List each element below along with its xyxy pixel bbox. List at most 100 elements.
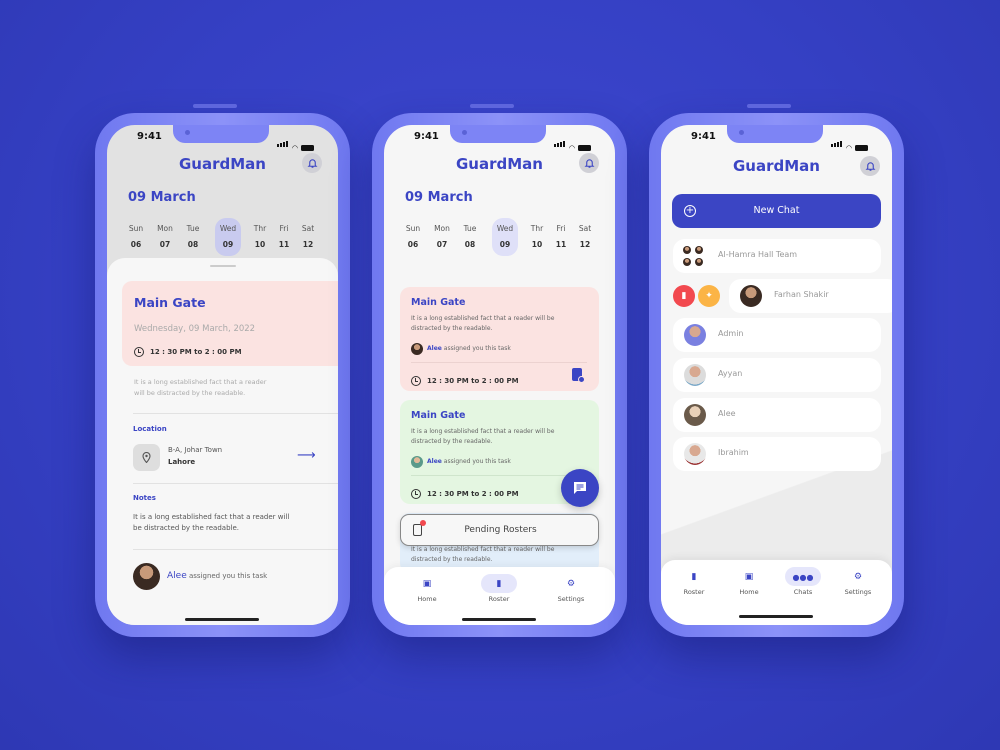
pending-rosters-button[interactable]: Pending Rosters [400,514,599,546]
location-label: Location [133,425,167,433]
delete-button[interactable]: ▮ [673,285,695,307]
clipboard-icon: ▮ [496,579,502,589]
day-name: Thr [253,224,267,233]
phone-roster: 9:41 ◠ GuardMan 09 March Sun 06 Mon 07 Tue… [372,104,627,637]
nav-home[interactable]: ▣ Home [729,572,769,596]
chat-name: Farhan Shakir [774,290,829,299]
day-sat[interactable]: Sat 12 [296,224,320,249]
chat-item[interactable]: Alee [673,398,881,432]
assigner-avatar [411,456,423,468]
nav-label: Roster [683,588,705,596]
message-icon [574,482,586,494]
arrow-right-icon[interactable]: ⟶ [297,448,316,463]
day-wed[interactable]: Wed 09 [493,224,517,249]
notch [727,125,823,143]
divider [133,483,338,484]
day-date: 09 [499,240,511,249]
notes-label: Notes [133,494,156,502]
month-label: 09 March [128,190,196,205]
day-name: Tue [463,224,477,233]
phone-chats: 9:41 ◠ GuardMan + New Chat Al-Hamra Hall… [649,104,904,637]
day-mon[interactable]: Mon 07 [430,224,454,249]
nav-label: Settings [557,595,585,603]
status-icons: ◠ [830,132,868,152]
bell-icon[interactable] [302,153,322,173]
speaker [747,104,791,108]
bottom-nav: ▣ Home ▮ Roster ⚙ Settings [384,567,615,625]
day-date: 06 [130,240,142,249]
chat-item[interactable]: Al-Hamra Hall Team [673,239,881,273]
day-name: Mon [157,224,173,233]
day-tue[interactable]: Tue 08 [458,224,482,249]
day-fri[interactable]: Fri 11 [549,224,573,249]
day-thr[interactable]: Thr 10 [525,224,549,249]
clipboard-icon: ▮ [691,572,697,582]
assigned-line: Alee assigned you this task [427,345,511,352]
nav-roster[interactable]: ▮ Roster [479,574,519,603]
avatar [684,324,706,346]
task-title: Main Gate [411,410,466,421]
task-header-card: Main Gate Wednesday, 09 March, 2022 12 :… [122,281,338,366]
trash-icon: ▮ [681,291,687,301]
day-name: Sun [405,224,421,233]
day-mon[interactable]: Mon 07 [153,224,177,249]
divider [133,413,338,414]
nav-chats[interactable]: ●●● Chats [783,567,823,596]
nav-label: Home [417,595,437,603]
day-wed[interactable]: Wed 09 [216,224,240,249]
chat-item[interactable]: Ibrahim [673,437,881,471]
day-date: 11 [555,240,567,249]
nav-home[interactable]: ▣ Home [407,579,447,603]
task-title: Main Gate [134,295,206,310]
home-indicator [462,618,536,621]
day-name: Fri [279,224,289,233]
task-date: Wednesday, 09 March, 2022 [134,324,256,334]
pin-button[interactable]: ✦ [698,285,720,307]
day-date: 07 [159,240,171,249]
people-icon: ●●● [792,572,814,582]
assigner-name[interactable]: Alee [167,571,187,581]
screen: 9:41 ◠ GuardMan + New Chat Al-Hamra Hall… [661,125,892,625]
day-date: 10 [254,240,266,249]
divider [411,475,587,476]
assigned-line: Alee assigned you this task [167,571,267,581]
chat-fab[interactable] [561,469,599,507]
screen: 9:41 ◠ GuardMan 09 March Sun 06 Mon 07 Tue… [107,125,338,625]
map-pin-icon [133,444,160,471]
notch [450,125,546,143]
day-date: 11 [278,240,290,249]
nav-label: Roster [488,595,510,603]
chat-name: Ibrahim [718,448,749,457]
chat-item[interactable]: Admin [673,318,881,352]
day-fri[interactable]: Fri 11 [272,224,296,249]
nav-roster[interactable]: ▮ Roster [674,572,714,596]
day-date: 10 [531,240,543,249]
bell-icon[interactable] [860,156,880,176]
task-card[interactable]: Main Gate It is a long established fact … [400,287,599,391]
clock-icon [134,346,144,357]
day-sun[interactable]: Sun 06 [124,224,148,249]
divider [411,362,587,363]
assigner-name: Alee [427,345,442,352]
day-thr[interactable]: Thr 10 [248,224,272,249]
status-icons: ◠ [553,132,591,152]
bell-icon[interactable] [579,153,599,173]
nav-label: Home [739,588,759,596]
clock-icon [411,375,421,386]
avatar [684,364,706,386]
day-sat[interactable]: Sat 12 [573,224,597,249]
clipboard-settings-icon[interactable] [572,368,585,383]
chat-item[interactable]: Ayyan [673,358,881,392]
new-chat-button[interactable]: + New Chat [672,194,881,228]
chat-item-swiped[interactable]: Farhan Shakir [729,279,892,313]
day-sun[interactable]: Sun 06 [401,224,425,249]
day-date: 09 [222,240,234,249]
task-time-row: 12 : 30 PM to 2 : 00 PM [411,483,519,502]
day-date: 08 [464,240,476,249]
nav-settings[interactable]: ⚙ Settings [838,572,878,596]
app-title: GuardMan [733,157,820,175]
day-tue[interactable]: Tue 08 [181,224,205,249]
sheet-handle[interactable] [210,265,236,267]
day-date: 12 [302,240,314,249]
nav-settings[interactable]: ⚙ Settings [551,579,591,603]
